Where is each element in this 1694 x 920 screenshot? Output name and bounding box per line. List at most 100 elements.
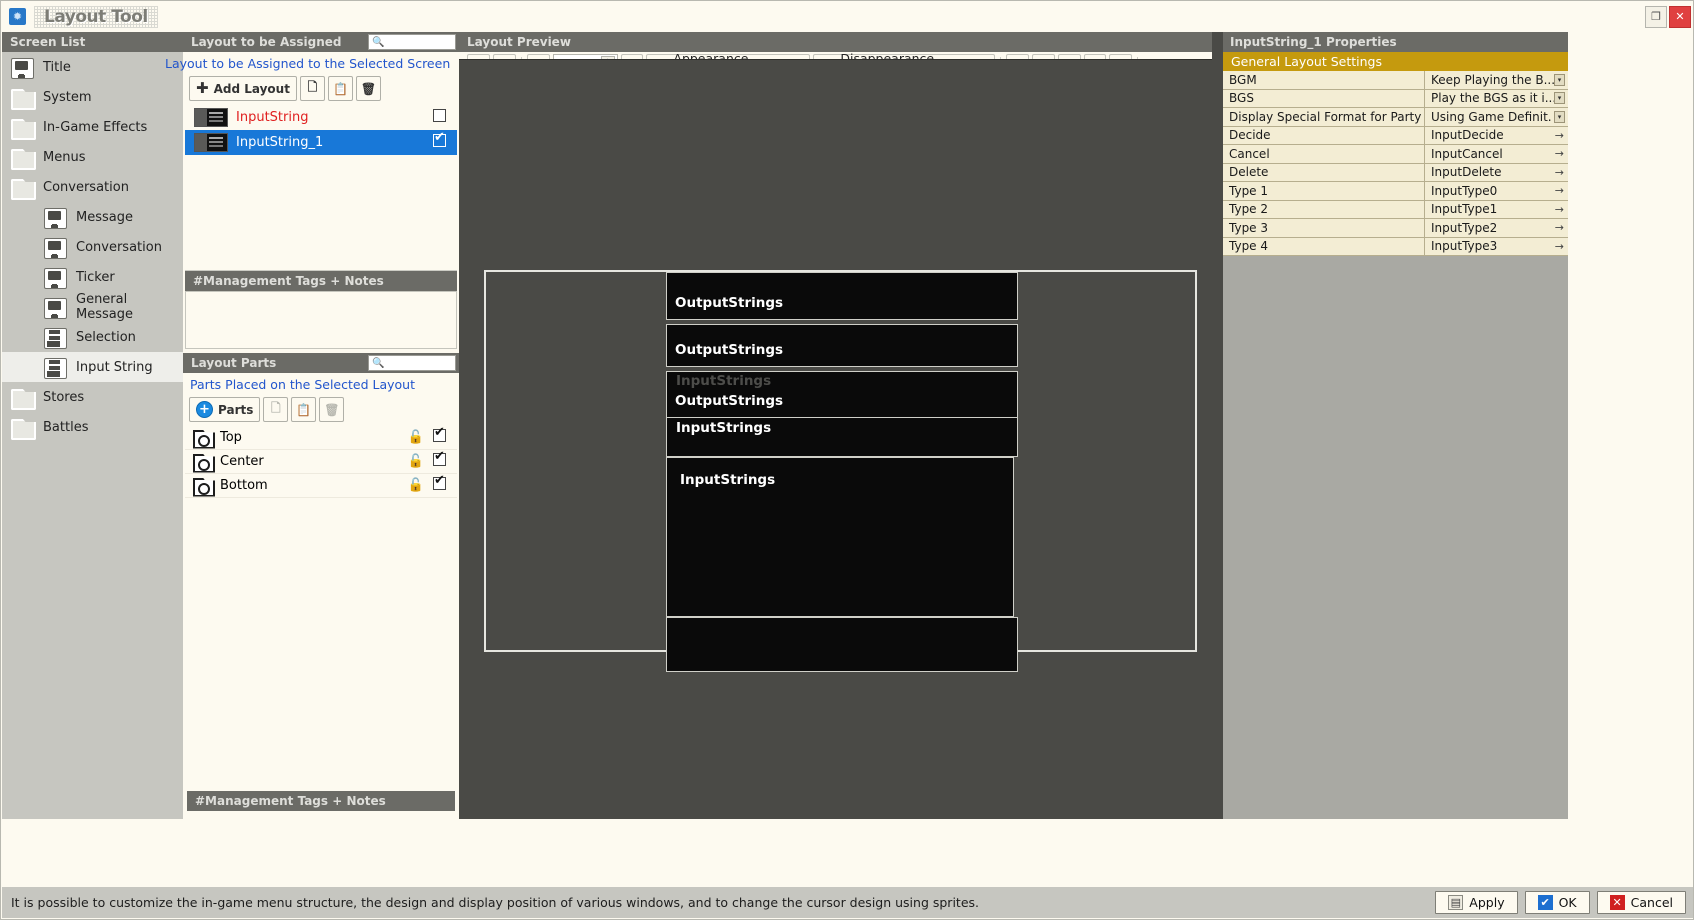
lock-icon[interactable]: 🔓 [408, 430, 424, 445]
property-value[interactable]: InputDelete→ [1425, 164, 1568, 182]
layout-enabled-checkbox[interactable] [433, 134, 446, 151]
add-parts-button[interactable]: + Parts [189, 397, 260, 422]
layout-list-item[interactable]: InputString [185, 105, 457, 130]
layout-enabled-checkbox[interactable] [433, 109, 446, 126]
chevron-down-icon[interactable]: ▾ [1554, 111, 1565, 123]
chevron-right-icon[interactable]: → [1555, 129, 1564, 142]
folder-icon [10, 116, 34, 138]
property-row[interactable]: BGSPlay the BGS as it i...▾ [1223, 90, 1568, 109]
property-value[interactable]: InputType0→ [1425, 182, 1568, 200]
monitor-select-icon [43, 326, 67, 348]
screen-list-items: Title SystemIn-Game Effects Menus Conversat… [2, 52, 183, 819]
parts-list[interactable]: Top🔓Center🔓Bottom🔓 [185, 426, 457, 498]
delete-parts-button[interactable]: 🗑 [319, 397, 344, 422]
property-value[interactable]: Play the BGS as it i...▾ [1425, 90, 1568, 108]
trash-icon: 🗑 [361, 82, 376, 96]
property-row[interactable]: Type 4InputType3→ [1223, 238, 1568, 257]
property-row[interactable]: Display Special Format for PartyUsing Ga… [1223, 108, 1568, 127]
parts-list-item[interactable]: Bottom🔓 [185, 474, 457, 498]
layout-parts-search[interactable]: 🔍 [368, 355, 456, 371]
management-tags-top-box[interactable] [185, 291, 457, 349]
layout-list[interactable]: InputString InputString_1 [185, 105, 457, 271]
sidebar-item-label: Title [43, 60, 71, 75]
property-row[interactable]: Type 2InputType1→ [1223, 201, 1568, 220]
delete-layout-button[interactable]: 🗑 [356, 76, 381, 101]
restore-button[interactable]: ❐ [1645, 6, 1667, 28]
chevron-right-icon[interactable]: → [1555, 184, 1564, 197]
sidebar-item-general-message[interactable]: General Message [2, 292, 183, 322]
sidebar-item-conversation[interactable]: Conversation [2, 172, 183, 202]
property-row[interactable]: Type 3InputType2→ [1223, 219, 1568, 238]
lock-icon[interactable]: 🔓 [408, 454, 424, 469]
sidebar-item-system[interactable]: System [2, 82, 183, 112]
chevron-right-icon[interactable]: → [1555, 147, 1564, 160]
chevron-right-icon[interactable]: → [1555, 166, 1564, 179]
layout-preview-header: Layout Preview [459, 32, 1223, 52]
preview-window-output-strings-1[interactable]: OutputStrings [666, 272, 1018, 320]
parts-visible-checkbox[interactable] [433, 429, 446, 446]
sidebar-item-input-string[interactable]: Input String [2, 352, 183, 382]
preview-window-input-strings-3[interactable] [666, 617, 1018, 672]
chevron-right-icon[interactable]: → [1555, 203, 1564, 216]
chevron-right-icon[interactable]: → [1555, 240, 1564, 253]
sidebar-item-in-game-effects[interactable]: In-Game Effects [2, 112, 183, 142]
layout-parts-search-input[interactable] [387, 357, 455, 370]
property-value[interactable]: InputType3→ [1425, 238, 1568, 256]
sidebar-item-selection[interactable]: Selection [2, 322, 183, 352]
chevron-down-icon[interactable]: ▾ [1554, 92, 1565, 104]
property-value[interactable]: InputType1→ [1425, 201, 1568, 219]
sidebar-item-stores[interactable]: Stores [2, 382, 183, 412]
sidebar-item-menus[interactable]: Menus [2, 142, 183, 172]
ok-button[interactable]: ✔ OK [1525, 891, 1590, 914]
property-value[interactable]: InputDecide→ [1425, 127, 1568, 145]
lock-icon[interactable]: 🔓 [408, 478, 424, 493]
property-row[interactable]: CancelInputCancel→ [1223, 145, 1568, 164]
property-row[interactable]: DecideInputDecide→ [1223, 127, 1568, 146]
add-layout-button[interactable]: ✚ Add Layout [189, 76, 297, 101]
property-value[interactable]: InputType2→ [1425, 219, 1568, 237]
preview-window-output-strings-2[interactable]: OutputStrings [666, 324, 1018, 367]
copy-layout-button[interactable]: 🗋 [300, 76, 325, 101]
sidebar-item-ticker[interactable]: Ticker [2, 262, 183, 292]
game-preview-frame[interactable]: OutputStringsOutputStringsInputStringsOu… [484, 270, 1197, 652]
layout-name: InputString [236, 110, 425, 125]
preview-window-input-strings-2[interactable]: InputStrings [666, 457, 1014, 617]
preview-window-label: OutputStrings [675, 295, 783, 311]
sidebar-item-battles[interactable]: Battles [2, 412, 183, 442]
property-key: BGS [1223, 90, 1425, 108]
sidebar-item-title[interactable]: Title [2, 52, 183, 82]
copy-parts-button[interactable]: 🗋 [263, 397, 288, 422]
property-key: BGM [1223, 71, 1425, 89]
property-value[interactable]: InputCancel→ [1425, 145, 1568, 163]
cancel-button[interactable]: ✕ Cancel [1597, 891, 1686, 914]
property-row[interactable]: DeleteInputDelete→ [1223, 164, 1568, 183]
parts-list-item[interactable]: Top🔓 [185, 426, 457, 450]
paste-parts-button[interactable]: 📋 [291, 397, 316, 422]
property-row[interactable]: Type 1InputType0→ [1223, 182, 1568, 201]
chevron-right-icon[interactable]: → [1555, 221, 1564, 234]
sidebar-item-conversation[interactable]: Conversation [2, 232, 183, 262]
management-tags-bottom-header: #Management Tags + Notes [187, 791, 455, 811]
layout-parts-note: Parts Placed on the Selected Layout [183, 373, 459, 395]
parts-visible-checkbox[interactable] [433, 477, 446, 494]
apply-label: Apply [1469, 895, 1504, 910]
apply-button[interactable]: ▤ Apply [1435, 891, 1517, 914]
apply-icon: ▤ [1448, 895, 1463, 910]
close-button[interactable]: ✕ [1669, 6, 1691, 28]
sidebar-item-label: Menus [43, 150, 85, 165]
check-icon: ✔ [1538, 895, 1553, 910]
parts-list-item[interactable]: Center🔓 [185, 450, 457, 474]
property-value[interactable]: Using Game Definit.▾ [1425, 108, 1568, 126]
preview-window-output-strings-3[interactable]: InputStringsOutputStrings [666, 371, 1018, 419]
paste-layout-button[interactable]: 📋 [328, 76, 353, 101]
layout-assigned-search-input[interactable] [387, 36, 455, 49]
layout-list-item[interactable]: InputString_1 [185, 130, 457, 155]
property-value[interactable]: Keep Playing the B...▾ [1425, 71, 1568, 89]
property-row[interactable]: BGMKeep Playing the B...▾ [1223, 71, 1568, 90]
chevron-down-icon[interactable]: ▾ [1554, 74, 1565, 86]
sidebar-item-message[interactable]: Message [2, 202, 183, 232]
layout-assigned-search[interactable]: 🔍 [368, 34, 456, 50]
preview-window-input-strings-1[interactable]: InputStrings [666, 417, 1018, 457]
preview-canvas[interactable]: OutputStringsOutputStringsInputStringsOu… [459, 59, 1223, 819]
parts-visible-checkbox[interactable] [433, 453, 446, 470]
